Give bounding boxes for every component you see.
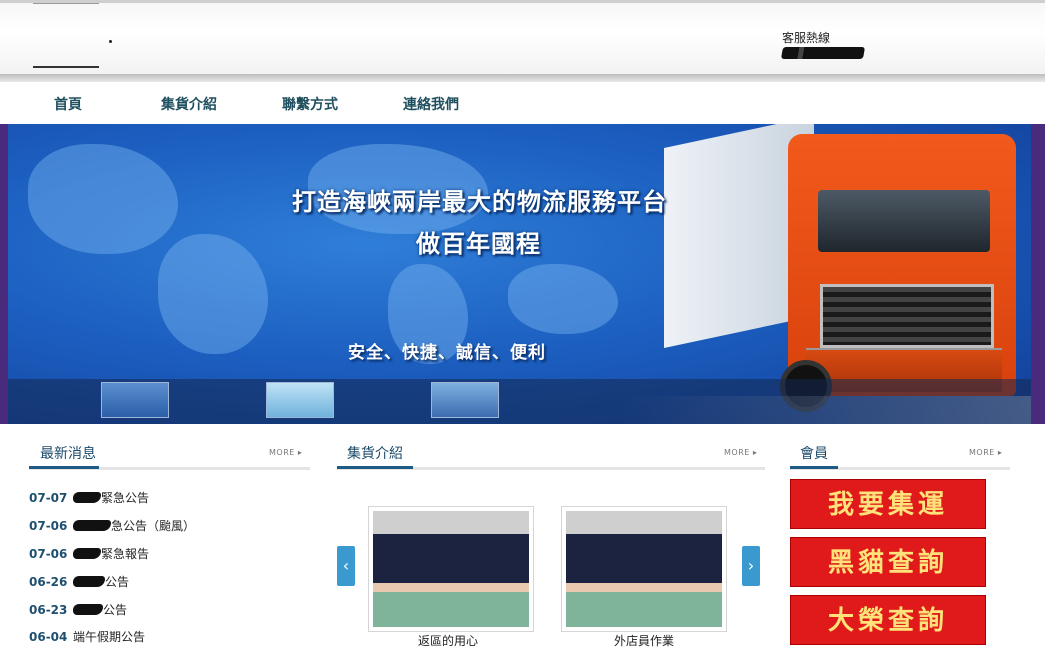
intro-card-caption[interactable]: 外店員作業 xyxy=(614,632,674,649)
banner-edge-left xyxy=(0,124,8,424)
news-text: 端午假期公告 xyxy=(73,630,146,644)
news-text: 緊急報告 xyxy=(101,547,150,561)
news-date: 06-23 xyxy=(29,603,68,617)
intro-card-photo xyxy=(373,511,529,627)
truck-cab xyxy=(788,134,1016,396)
redaction-mark xyxy=(73,548,101,559)
banner-thumbnail-3[interactable] xyxy=(431,382,499,418)
hero-banner[interactable]: 打造海峽兩岸最大的物流服務平台 做百年國程 安全、快捷、誠信、便利 xyxy=(8,124,1031,424)
nav-item-intro[interactable]: 集貨介紹 xyxy=(161,94,217,114)
intro-section-accent xyxy=(337,466,413,469)
hotline-number-redacted xyxy=(780,47,866,59)
intro-more-link[interactable]: MORE ▸ xyxy=(724,448,757,457)
redaction-mark xyxy=(73,576,105,587)
banner-thumbnail-2[interactable] xyxy=(266,382,334,418)
redaction-mark xyxy=(73,604,103,615)
truck-windshield xyxy=(818,190,990,252)
news-more-link[interactable]: MORE ▸ xyxy=(269,448,302,457)
news-date: 07-07 xyxy=(29,491,68,505)
site-header: 客服熱線 xyxy=(0,0,1045,78)
world-map-shape xyxy=(28,144,178,254)
ship-now-button[interactable]: 我要集運 xyxy=(790,479,986,529)
world-map-shape xyxy=(508,264,618,334)
member-section-title: 會員 xyxy=(800,446,828,462)
news-text: 急公告（颱風） xyxy=(111,519,196,533)
news-section-title: 最新消息 xyxy=(40,446,96,462)
banner-title-line2: 做百年國程 xyxy=(416,230,541,258)
banner-title-line1: 打造海峽兩岸最大的物流服務平台 xyxy=(292,188,667,216)
news-date: 06-26 xyxy=(29,575,68,589)
logo-dot xyxy=(109,40,112,43)
world-map-shape xyxy=(158,234,268,354)
hotline-label: 客服熱線 xyxy=(782,31,831,45)
news-section-accent xyxy=(29,466,99,469)
banner-thumbnail-1[interactable] xyxy=(101,382,169,418)
news-item[interactable]: 06-04 端午假期公告 xyxy=(29,628,145,645)
banner-edge-right xyxy=(1031,124,1045,424)
news-item[interactable]: 07-06 緊急報告 xyxy=(29,545,149,562)
news-date: 06-04 xyxy=(29,630,68,644)
member-section-accent xyxy=(790,466,838,469)
header-divider xyxy=(0,74,1045,82)
nav-item-contact-info[interactable]: 聯繫方式 xyxy=(282,94,338,114)
news-text: 公告 xyxy=(105,575,130,589)
nav-item-home[interactable]: 首頁 xyxy=(54,94,82,114)
news-item[interactable]: 06-26 公告 xyxy=(29,573,129,590)
intro-section-title: 集貨介紹 xyxy=(347,446,403,462)
news-text: 公告 xyxy=(103,603,128,617)
site-logo[interactable] xyxy=(33,3,99,68)
carousel-next-button[interactable]: › xyxy=(742,546,760,586)
news-text: 緊急公告 xyxy=(101,491,150,505)
redaction-mark xyxy=(73,520,111,531)
news-item[interactable]: 06-23 公告 xyxy=(29,601,127,618)
intro-card-photo xyxy=(566,511,722,627)
member-more-link[interactable]: MORE ▸ xyxy=(969,448,1002,457)
news-date: 07-06 xyxy=(29,547,68,561)
truck-grille xyxy=(820,284,994,348)
news-date: 07-06 xyxy=(29,519,68,533)
banner-slogan: 安全、快捷、誠信、便利 xyxy=(348,343,546,363)
black-cat-tracking-button[interactable]: 黑貓查詢 xyxy=(790,537,986,587)
news-item[interactable]: 07-06 急公告（颱風） xyxy=(29,517,195,534)
carousel-prev-button[interactable]: ‹ xyxy=(337,546,355,586)
intro-card-2[interactable] xyxy=(561,506,727,632)
news-item[interactable]: 07-07 緊急公告 xyxy=(29,489,149,506)
redaction-mark xyxy=(73,492,101,503)
nav-item-contact-us[interactable]: 連絡我們 xyxy=(403,94,459,114)
main-nav: 首頁 集貨介紹 聯繫方式 連絡我們 xyxy=(0,82,1045,125)
intro-card-1[interactable] xyxy=(368,506,534,632)
intro-card-caption[interactable]: 返區的用心 xyxy=(418,632,478,649)
